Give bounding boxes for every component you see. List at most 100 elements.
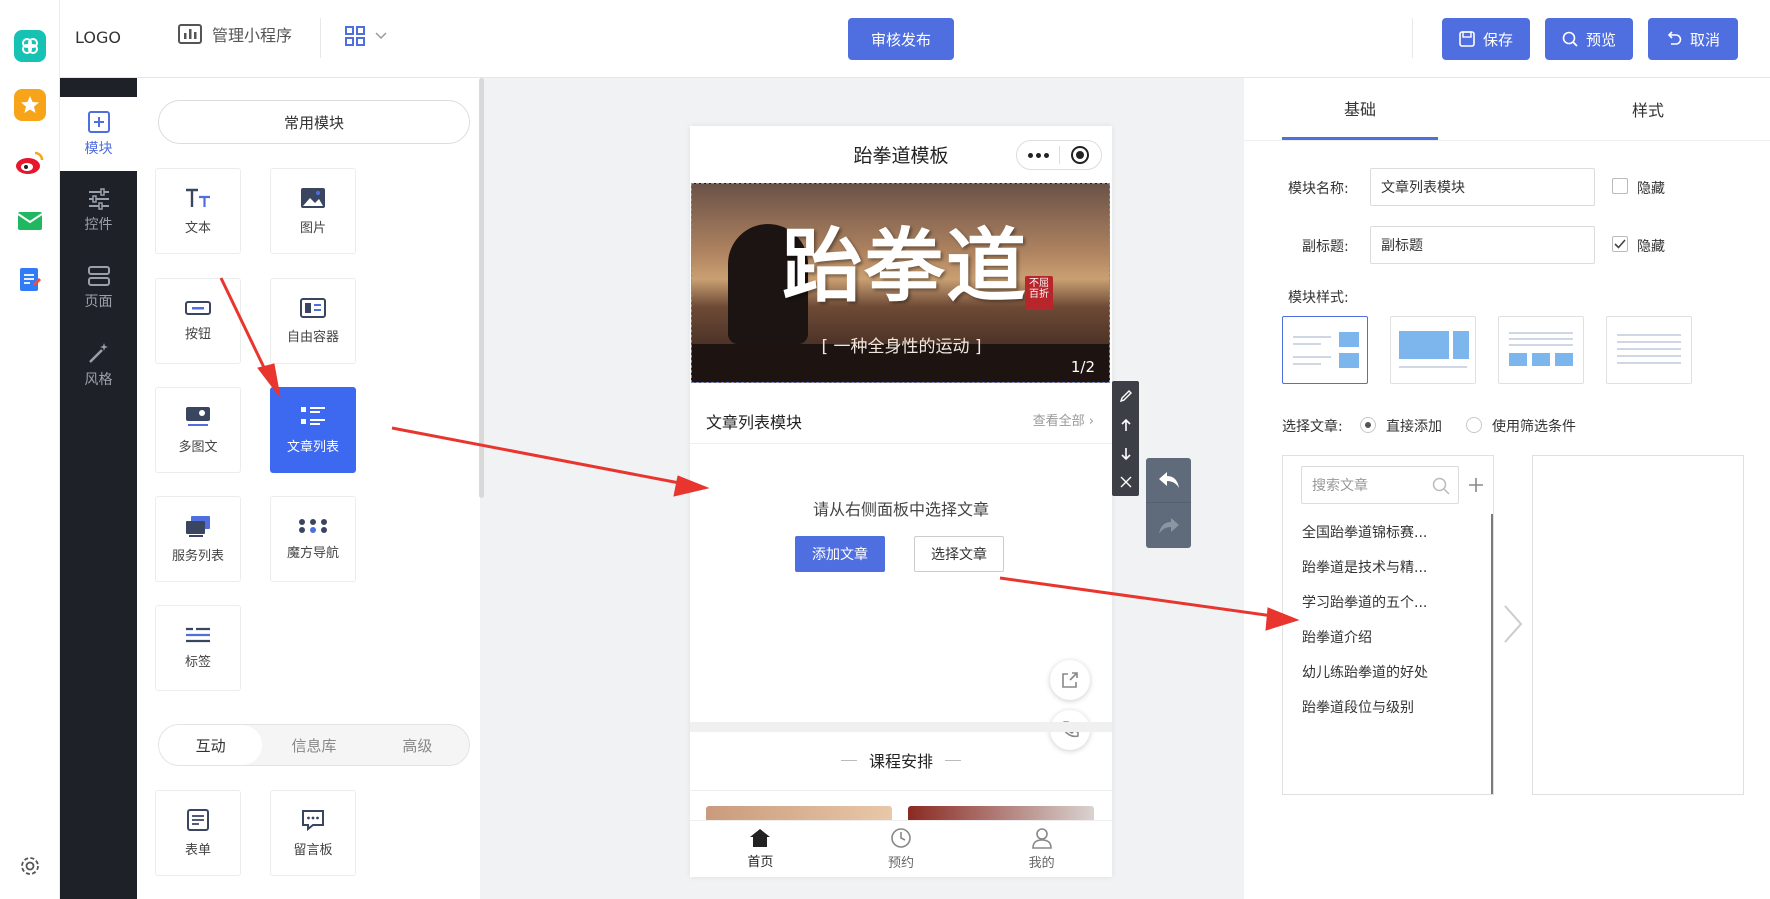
- tab-style-label: 样式: [1631, 101, 1664, 120]
- tile-form[interactable]: 表单: [155, 790, 241, 876]
- tile-magic-nav[interactable]: 魔方导航: [270, 496, 356, 582]
- chart-icon: [178, 24, 202, 44]
- style-option-1[interactable]: [1282, 316, 1368, 384]
- delete-icon[interactable]: [1120, 476, 1132, 488]
- filter-condition-label: 使用筛选条件: [1492, 419, 1576, 435]
- tab-mine[interactable]: 我的: [971, 821, 1112, 877]
- tile-label: 文章列表: [286, 439, 339, 455]
- style-option-3[interactable]: [1498, 316, 1584, 384]
- nav-label: 控件: [84, 217, 113, 233]
- tile-label: 按钮: [184, 326, 211, 342]
- tab-booking[interactable]: 预约: [831, 821, 972, 877]
- tile-multi-image-text[interactable]: 多图文: [155, 387, 241, 473]
- module-name-input[interactable]: 文章列表模块: [1370, 168, 1595, 206]
- style-thumb-text-only: [1617, 334, 1681, 364]
- article-item[interactable]: 幼儿练跆拳道的好处: [1302, 662, 1428, 682]
- star-app-icon[interactable]: [14, 89, 46, 121]
- nav-item-style[interactable]: 风格: [60, 328, 137, 402]
- grid-icon: [345, 26, 365, 46]
- search-placeholder: 搜索文章: [1312, 478, 1368, 494]
- style-option-2[interactable]: [1390, 316, 1476, 384]
- search-article-input[interactable]: 搜索文章: [1301, 466, 1459, 504]
- tile-free-container[interactable]: 自由容器: [270, 278, 356, 364]
- move-up-icon[interactable]: [1120, 418, 1132, 432]
- tile-article-list[interactable]: 文章列表: [270, 387, 356, 473]
- nav-item-controls[interactable]: 控件: [60, 174, 137, 248]
- edit-icon[interactable]: [1119, 389, 1133, 403]
- module-category-tabs: 互动 信息库 高级: [158, 724, 470, 766]
- add-article-label: 添加文章: [812, 547, 868, 563]
- tile-message-board[interactable]: 留言板: [270, 790, 356, 876]
- article-item[interactable]: 跆拳道介绍: [1302, 627, 1372, 647]
- tile-label: 多图文: [178, 439, 218, 455]
- tile-label: 留言板: [293, 842, 333, 858]
- phone-tab-bar: 首页 预约 我的: [690, 820, 1112, 877]
- tab-label: 我的: [1028, 856, 1055, 871]
- move-down-icon[interactable]: [1120, 447, 1132, 461]
- banner-image[interactable]: 跆拳道 不屈 百折 [ 一种全身性的运动 ] 1/2: [691, 183, 1110, 383]
- mail-icon[interactable]: [14, 205, 46, 237]
- add-icon[interactable]: [1468, 477, 1484, 493]
- article-item[interactable]: 学习跆拳道的五个...: [1302, 592, 1427, 612]
- app-icon-bar: [0, 0, 60, 899]
- nav-label: 风格: [84, 372, 113, 388]
- multi-image-icon: [186, 406, 210, 426]
- comment-icon: [302, 809, 324, 831]
- course-section-header: 课程安排: [690, 748, 1112, 772]
- tab-basic[interactable]: 基础: [1282, 78, 1438, 140]
- search-icon: [1432, 477, 1450, 495]
- tab-advanced[interactable]: 高级: [366, 725, 469, 765]
- document-icon[interactable]: [14, 264, 46, 296]
- cancel-button[interactable]: 取消: [1648, 18, 1738, 60]
- filter-condition-radio[interactable]: [1466, 417, 1482, 433]
- common-modules-button[interactable]: 常用模块: [158, 100, 470, 144]
- more-icon[interactable]: [1017, 152, 1059, 158]
- view-all-link[interactable]: 查看全部 ›: [1033, 410, 1094, 429]
- hide-label: 隐藏: [1637, 239, 1665, 255]
- subtitle-input[interactable]: 副标题: [1370, 226, 1595, 264]
- publish-button[interactable]: 审核发布: [848, 18, 954, 60]
- article-source-list: [1282, 455, 1494, 795]
- select-article-button[interactable]: 选择文章: [914, 536, 1004, 572]
- hide-subtitle-checkbox[interactable]: [1612, 236, 1628, 252]
- article-item[interactable]: 全国跆拳道锦标赛...: [1302, 522, 1427, 542]
- list-scrollbar[interactable]: [1491, 514, 1493, 794]
- close-capsule-icon[interactable]: [1060, 146, 1101, 164]
- redo-button[interactable]: [1146, 503, 1191, 548]
- editor-side-nav: 模块 控件 页面 风格: [60, 78, 137, 899]
- tile-label: 图片: [299, 220, 326, 236]
- preview-button[interactable]: 预览: [1545, 18, 1633, 60]
- tab-style[interactable]: 样式: [1570, 78, 1726, 140]
- hide-name-checkbox[interactable]: [1612, 178, 1628, 194]
- app-switcher[interactable]: [345, 26, 387, 46]
- tile-button[interactable]: 按钮: [155, 278, 241, 364]
- tile-tag[interactable]: 标签: [155, 605, 241, 691]
- module-panel-scrollbar[interactable]: [479, 78, 484, 498]
- nav-item-modules[interactable]: 模块: [60, 97, 137, 171]
- nav-item-pages[interactable]: 页面: [60, 251, 137, 325]
- tab-interaction[interactable]: 互动: [159, 725, 263, 765]
- app-plus-icon[interactable]: [14, 30, 46, 62]
- chevron-right-icon[interactable]: [1502, 604, 1524, 644]
- article-item[interactable]: 跆拳道是技术与精...: [1302, 557, 1427, 577]
- undo-icon: [1667, 31, 1682, 45]
- weibo-icon[interactable]: [14, 147, 46, 179]
- tile-text[interactable]: 文本: [155, 168, 241, 254]
- tile-image[interactable]: 图片: [270, 168, 356, 254]
- page-stack-icon: [87, 266, 110, 286]
- article-item[interactable]: 跆拳道段位与级别: [1302, 697, 1414, 717]
- empty-hint: 请从右侧面板中选择文章: [812, 500, 989, 519]
- style-option-4[interactable]: [1606, 316, 1692, 384]
- settings-icon[interactable]: [14, 850, 46, 882]
- direct-add-radio[interactable]: [1360, 417, 1376, 433]
- tab-home[interactable]: 首页: [690, 821, 831, 877]
- undo-button[interactable]: [1146, 458, 1191, 503]
- tab-info-library[interactable]: 信息库: [262, 725, 365, 765]
- manage-miniprogram-link[interactable]: 管理小程序: [178, 22, 292, 46]
- divider: [320, 18, 321, 58]
- add-article-button[interactable]: 添加文章: [795, 536, 885, 572]
- save-button[interactable]: 保存: [1442, 18, 1530, 60]
- article-section-header: 文章列表模块 查看全部 ›: [690, 394, 1112, 444]
- tile-service-list[interactable]: 服务列表: [155, 496, 241, 582]
- share-float-button[interactable]: [1050, 660, 1090, 700]
